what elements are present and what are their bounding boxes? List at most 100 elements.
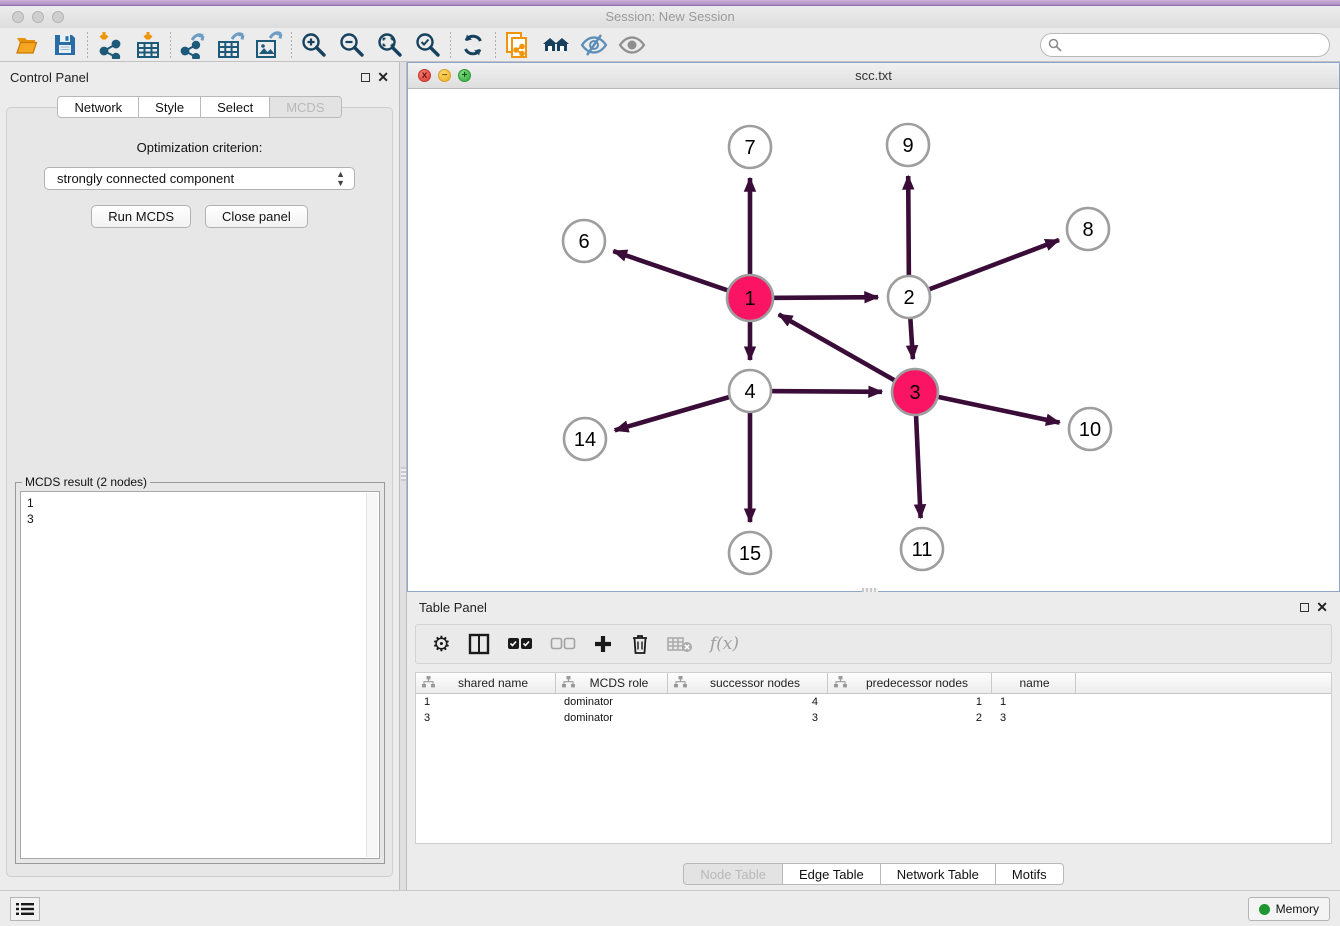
cell-shared-name: 1 xyxy=(416,696,556,708)
tab-style[interactable]: Style xyxy=(139,96,201,118)
table-row[interactable]: 1dominator411 xyxy=(416,694,1331,710)
clone-network-button[interactable] xyxy=(499,30,537,60)
hide-graphics-details-button[interactable] xyxy=(575,30,613,60)
close-panel-icon[interactable]: ✕ xyxy=(377,70,389,84)
cell-name: 1 xyxy=(992,696,1076,708)
cell-MCDS-role: dominator xyxy=(556,696,668,708)
show-columns-button[interactable] xyxy=(468,633,490,655)
network-overview-button[interactable] xyxy=(537,30,575,60)
tree-sort-icon xyxy=(562,676,575,691)
network-canvas[interactable]: 7968124314101511 xyxy=(408,89,1339,591)
cell-predecessor-nodes: 1 xyxy=(828,696,992,708)
table-toolbar: ⚙ f(x) xyxy=(415,624,1332,664)
tab-mcds[interactable]: MCDS xyxy=(270,96,341,118)
zoom-in-button[interactable] xyxy=(295,30,333,60)
copy-network-icon xyxy=(504,31,532,59)
trash-icon xyxy=(630,633,650,655)
column-header-predecessor-nodes[interactable]: predecessor nodes xyxy=(828,673,992,693)
node-table[interactable]: shared nameMCDS role successor nodes prede… xyxy=(415,672,1332,844)
function-builder-button[interactable]: f(x) xyxy=(710,634,739,654)
import-table-button[interactable] xyxy=(129,30,167,60)
close-panel-button[interactable]: Close panel xyxy=(205,205,308,228)
eye-slash-icon xyxy=(579,32,609,58)
node-label-10: 10 xyxy=(1079,419,1101,441)
column-header-successor-nodes[interactable]: successor nodes xyxy=(668,673,828,693)
list-icon xyxy=(16,902,34,916)
delete-table-button[interactable] xyxy=(667,635,693,653)
zoom-selected-icon xyxy=(414,31,442,59)
table-tab-node-table[interactable]: Node Table xyxy=(683,863,783,885)
table-panel: Table Panel ✕ ⚙ f(x) shared nameMCDS rol… xyxy=(407,592,1340,890)
network-graph[interactable]: 7968124314101511 xyxy=(408,89,1339,591)
import-network-button[interactable] xyxy=(91,30,129,60)
mcds-result-text[interactable]: 13 xyxy=(20,491,380,859)
unchecked-boxes-icon xyxy=(550,637,576,651)
column-header-label: successor nodes xyxy=(687,676,823,690)
table-header-row: shared nameMCDS role successor nodes prede… xyxy=(416,673,1331,694)
control-panel-tabs: NetworkStyleSelectMCDS xyxy=(0,96,399,118)
export-image-button[interactable] xyxy=(250,30,288,60)
import-table-icon xyxy=(134,31,162,59)
deselect-all-columns-button[interactable] xyxy=(550,637,576,651)
plus-icon xyxy=(593,634,613,654)
float-panel-icon[interactable] xyxy=(361,73,370,82)
table-tab-edge-table[interactable]: Edge Table xyxy=(783,863,881,885)
table-row[interactable]: 3dominator323 xyxy=(416,710,1331,726)
toolbar-separator xyxy=(170,32,171,58)
close-table-panel-icon[interactable]: ✕ xyxy=(1316,600,1328,614)
table-tabs: Node TableEdge TableNetwork TableMotifs xyxy=(407,863,1340,885)
memory-button[interactable]: Memory xyxy=(1248,897,1330,921)
node-label-11: 11 xyxy=(912,539,933,561)
export-table-icon xyxy=(216,31,246,59)
column-header-shared-name[interactable]: shared name xyxy=(416,673,556,693)
table-settings-button[interactable]: ⚙ xyxy=(432,634,451,655)
select-all-columns-button[interactable] xyxy=(507,637,533,651)
edge-2-8[interactable] xyxy=(909,240,1059,297)
control-panel-header: Control Panel ✕ xyxy=(0,62,399,92)
export-table-button[interactable] xyxy=(212,30,250,60)
delete-column-button[interactable] xyxy=(630,633,650,655)
zoom-fit-button[interactable] xyxy=(371,30,409,60)
column-header-MCDS-role[interactable]: MCDS role xyxy=(556,673,668,693)
column-header-name[interactable]: name xyxy=(992,673,1076,693)
tab-select[interactable]: Select xyxy=(201,96,270,118)
control-panel-title: Control Panel xyxy=(10,70,89,85)
cell-successor-nodes: 3 xyxy=(668,712,828,724)
toolbar-separator xyxy=(450,32,451,58)
optimization-criterion-label: Optimization criterion: xyxy=(7,140,392,155)
float-table-panel-icon[interactable] xyxy=(1300,603,1309,612)
toolbar-separator xyxy=(291,32,292,58)
export-network-button[interactable] xyxy=(174,30,212,60)
open-session-button[interactable] xyxy=(8,30,46,60)
node-label-15: 15 xyxy=(739,543,761,565)
network-titlebar[interactable]: x − + scc.txt xyxy=(408,63,1339,89)
tree-sort-icon xyxy=(674,676,687,691)
save-session-button[interactable] xyxy=(46,30,84,60)
memory-status-icon xyxy=(1259,904,1270,915)
result-line: 3 xyxy=(27,511,373,527)
run-mcds-button[interactable]: Run MCDS xyxy=(91,205,191,228)
toolbar-separator xyxy=(87,32,88,58)
tab-network[interactable]: Network xyxy=(57,96,139,118)
zoom-selected-button[interactable] xyxy=(409,30,447,60)
node-label-1: 1 xyxy=(744,288,755,310)
criterion-select[interactable]: strongly connected component ▲▼ xyxy=(44,167,355,190)
vertical-splitter[interactable] xyxy=(399,62,407,890)
columns-icon xyxy=(468,633,490,655)
memory-label: Memory xyxy=(1276,902,1319,916)
result-scrollbar[interactable] xyxy=(366,493,378,857)
window-title: Session: New Session xyxy=(0,9,1340,24)
node-label-2: 2 xyxy=(903,287,914,309)
create-column-button[interactable] xyxy=(593,634,613,654)
search-input[interactable] xyxy=(1040,33,1330,57)
table-tab-motifs[interactable]: Motifs xyxy=(996,863,1064,885)
zoom-out-button[interactable] xyxy=(333,30,371,60)
show-graphics-details-button[interactable] xyxy=(613,30,651,60)
task-history-button[interactable] xyxy=(10,897,40,921)
cell-shared-name: 3 xyxy=(416,712,556,724)
splitter-grip[interactable] xyxy=(401,467,406,481)
table-tab-network-table[interactable]: Network Table xyxy=(881,863,996,885)
toolbar-separator xyxy=(495,32,496,58)
apply-style-button[interactable] xyxy=(454,30,492,60)
column-header-label: predecessor nodes xyxy=(847,676,987,690)
